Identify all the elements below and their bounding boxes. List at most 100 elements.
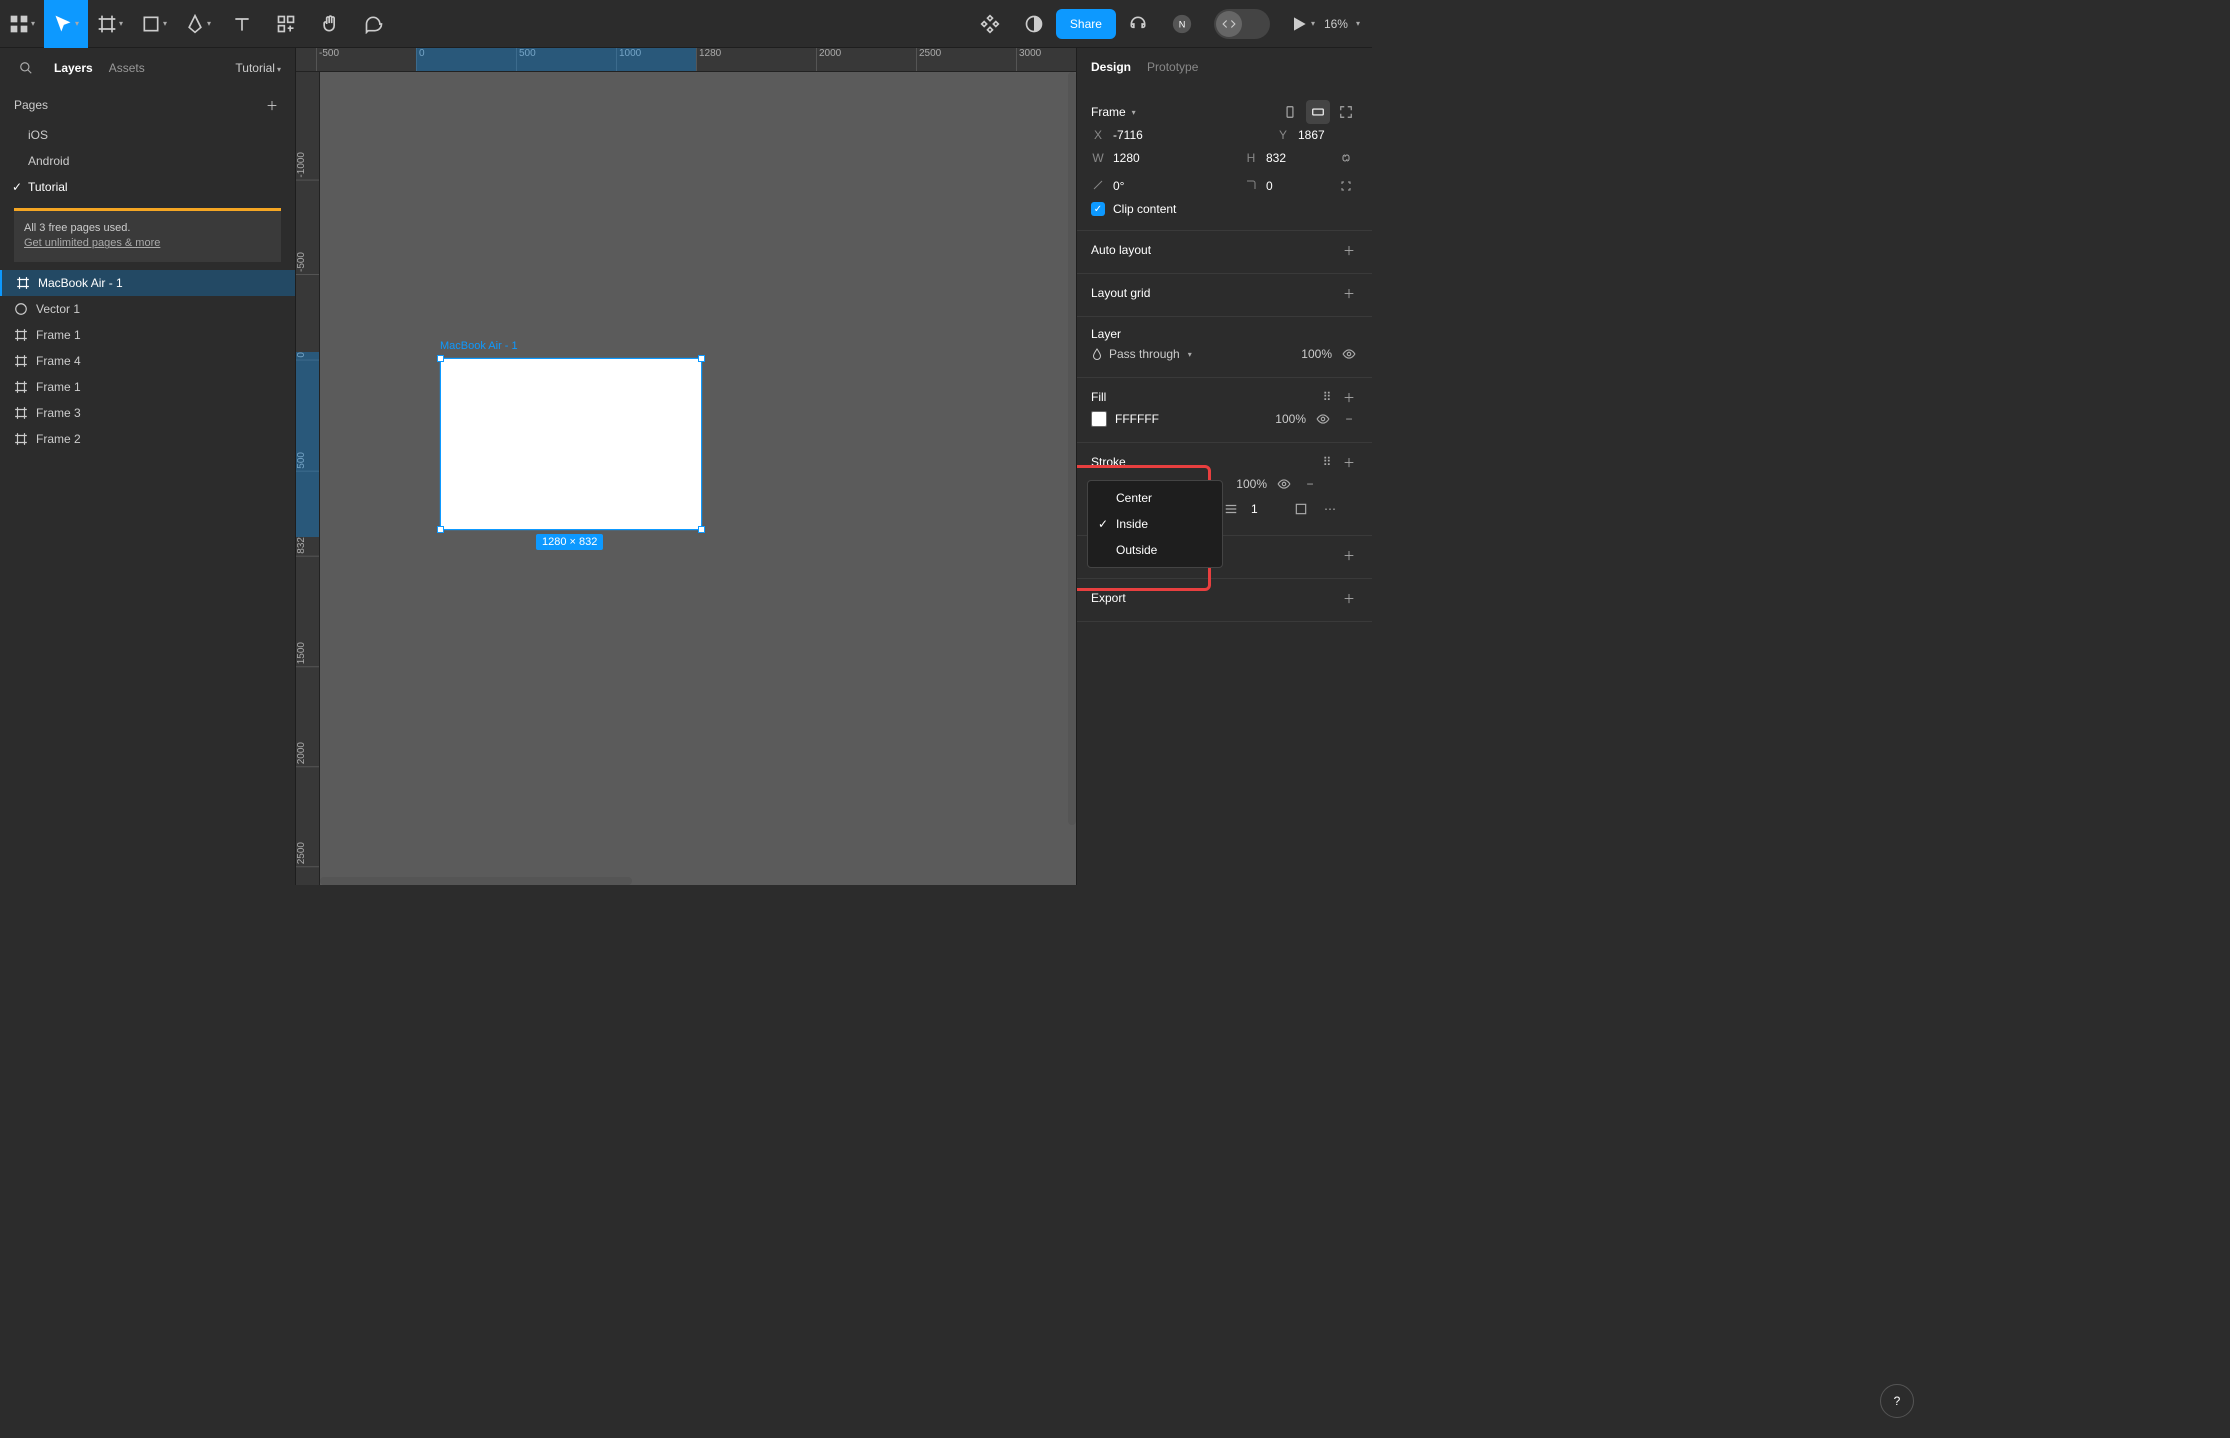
- h-label: H: [1244, 151, 1258, 165]
- stroke-per-side-button[interactable]: [1289, 497, 1313, 521]
- x-label: X: [1091, 128, 1105, 142]
- shape-tool-button[interactable]: [132, 0, 176, 48]
- layer-section-label: Layer: [1091, 327, 1121, 341]
- canvas[interactable]: MacBook Air - 1 1280 × 832: [320, 72, 1076, 885]
- rotation-input[interactable]: [1113, 179, 1173, 193]
- comment-tool-button[interactable]: [352, 0, 396, 48]
- hand-tool-button[interactable]: [308, 0, 352, 48]
- fill-hex-value[interactable]: FFFFFF: [1115, 412, 1258, 426]
- theme-toggle-icon[interactable]: [1012, 0, 1056, 48]
- scrollbar-horizontal[interactable]: [320, 877, 632, 885]
- frame-preset-dropdown[interactable]: Frame: [1091, 105, 1136, 119]
- page-dropdown[interactable]: Tutorial: [235, 61, 281, 75]
- w-input[interactable]: [1113, 151, 1173, 165]
- add-layout-grid-button[interactable]: ＋: [1340, 284, 1358, 302]
- layout-grid-label: Layout grid: [1091, 286, 1150, 300]
- layer-item[interactable]: Frame 3: [0, 400, 295, 426]
- upgrade-notice: All 3 free pages used. Get unlimited pag…: [14, 208, 281, 262]
- upgrade-link[interactable]: Get unlimited pages & more: [24, 237, 160, 249]
- add-effect-button[interactable]: ＋: [1340, 546, 1358, 564]
- resize-handle-nw[interactable]: [437, 355, 444, 362]
- tab-design[interactable]: Design: [1091, 60, 1131, 74]
- pages-label: Pages: [14, 98, 48, 112]
- layer-visibility-button[interactable]: [1340, 345, 1358, 363]
- constrain-proportions-button[interactable]: [1334, 146, 1358, 170]
- avatar[interactable]: N: [1160, 0, 1204, 48]
- page-item[interactable]: ✓Android: [0, 148, 295, 174]
- h-input[interactable]: [1266, 151, 1326, 165]
- zoom-dropdown[interactable]: 16%: [1324, 17, 1360, 31]
- independent-corners-button[interactable]: [1334, 174, 1358, 198]
- share-button[interactable]: Share: [1056, 9, 1116, 39]
- rotation-icon: [1091, 179, 1105, 194]
- fill-section-label: Fill: [1091, 390, 1106, 404]
- stroke-opacity-value[interactable]: 100%: [1227, 477, 1267, 491]
- tab-prototype[interactable]: Prototype: [1147, 60, 1198, 74]
- page-item[interactable]: ✓Tutorial: [0, 174, 295, 200]
- present-button[interactable]: [1280, 0, 1324, 48]
- zoom-value: 16%: [1324, 17, 1348, 31]
- resources-button[interactable]: [264, 0, 308, 48]
- text-tool-button[interactable]: [220, 0, 264, 48]
- add-export-button[interactable]: ＋: [1340, 589, 1358, 607]
- tab-layers[interactable]: Layers: [54, 61, 93, 75]
- move-tool-button[interactable]: [44, 0, 88, 48]
- resize-to-fit-button[interactable]: [1334, 100, 1358, 124]
- headphones-icon[interactable]: [1116, 0, 1160, 48]
- stroke-visibility-button[interactable]: [1275, 475, 1293, 493]
- stroke-more-button[interactable]: ⋯: [1321, 500, 1339, 518]
- fill-opacity-value[interactable]: 100%: [1266, 412, 1306, 426]
- radius-icon: [1244, 179, 1258, 194]
- remove-fill-button[interactable]: −: [1340, 410, 1358, 428]
- search-icon[interactable]: [14, 56, 38, 80]
- frame-icon: [14, 354, 28, 368]
- scrollbar-vertical[interactable]: [1068, 72, 1076, 825]
- add-fill-button[interactable]: ＋: [1340, 388, 1358, 406]
- selected-frame[interactable]: [440, 358, 702, 530]
- resize-handle-ne[interactable]: [698, 355, 705, 362]
- x-input[interactable]: [1113, 128, 1173, 142]
- stroke-align-option[interactable]: Center: [1088, 485, 1222, 511]
- stroke-weight-input[interactable]: [1251, 502, 1281, 516]
- fill-visibility-button[interactable]: [1314, 410, 1332, 428]
- y-input[interactable]: [1298, 128, 1358, 142]
- add-auto-layout-button[interactable]: ＋: [1340, 241, 1358, 259]
- orientation-landscape-button[interactable]: [1306, 100, 1330, 124]
- remove-stroke-button[interactable]: −: [1301, 475, 1319, 493]
- layer-item[interactable]: Vector 1: [0, 296, 295, 322]
- clip-content-checkbox[interactable]: ✓: [1091, 202, 1105, 216]
- resize-handle-se[interactable]: [698, 526, 705, 533]
- layer-item[interactable]: Frame 1: [0, 322, 295, 348]
- dev-mode-toggle[interactable]: [1214, 9, 1270, 39]
- orientation-portrait-button[interactable]: [1278, 100, 1302, 124]
- layer-item[interactable]: MacBook Air - 1: [0, 270, 295, 296]
- components-icon[interactable]: [968, 0, 1012, 48]
- stroke-align-option[interactable]: Outside: [1088, 537, 1222, 563]
- fill-styles-button[interactable]: ⠿: [1318, 388, 1336, 406]
- radius-input[interactable]: [1266, 179, 1326, 193]
- stroke-align-option[interactable]: Inside: [1088, 511, 1222, 537]
- stroke-align-menu[interactable]: CenterInsideOutside: [1087, 480, 1223, 568]
- w-label: W: [1091, 151, 1105, 165]
- layer-item[interactable]: Frame 1: [0, 374, 295, 400]
- stroke-section-label: Stroke: [1091, 455, 1126, 469]
- main-menu-button[interactable]: [0, 0, 44, 48]
- layer-opacity-value[interactable]: 100%: [1292, 347, 1332, 361]
- blend-mode-dropdown[interactable]: Pass through: [1091, 347, 1284, 361]
- fill-swatch[interactable]: [1091, 411, 1107, 427]
- add-stroke-button[interactable]: ＋: [1340, 453, 1358, 471]
- tab-assets[interactable]: Assets: [109, 61, 145, 75]
- auto-layout-label: Auto layout: [1091, 243, 1151, 257]
- add-page-button[interactable]: ＋: [263, 96, 281, 114]
- frame-tool-button[interactable]: [88, 0, 132, 48]
- layer-item[interactable]: Frame 4: [0, 348, 295, 374]
- layer-item[interactable]: Frame 2: [0, 426, 295, 452]
- resize-handle-sw[interactable]: [437, 526, 444, 533]
- help-button[interactable]: ?: [1880, 1384, 1914, 1418]
- y-label: Y: [1276, 128, 1290, 142]
- stroke-styles-button[interactable]: ⠿: [1318, 453, 1336, 471]
- page-item[interactable]: ✓iOS: [0, 122, 295, 148]
- pen-tool-button[interactable]: [176, 0, 220, 48]
- frame-icon: [14, 406, 28, 420]
- frame-label[interactable]: MacBook Air - 1: [440, 340, 518, 352]
